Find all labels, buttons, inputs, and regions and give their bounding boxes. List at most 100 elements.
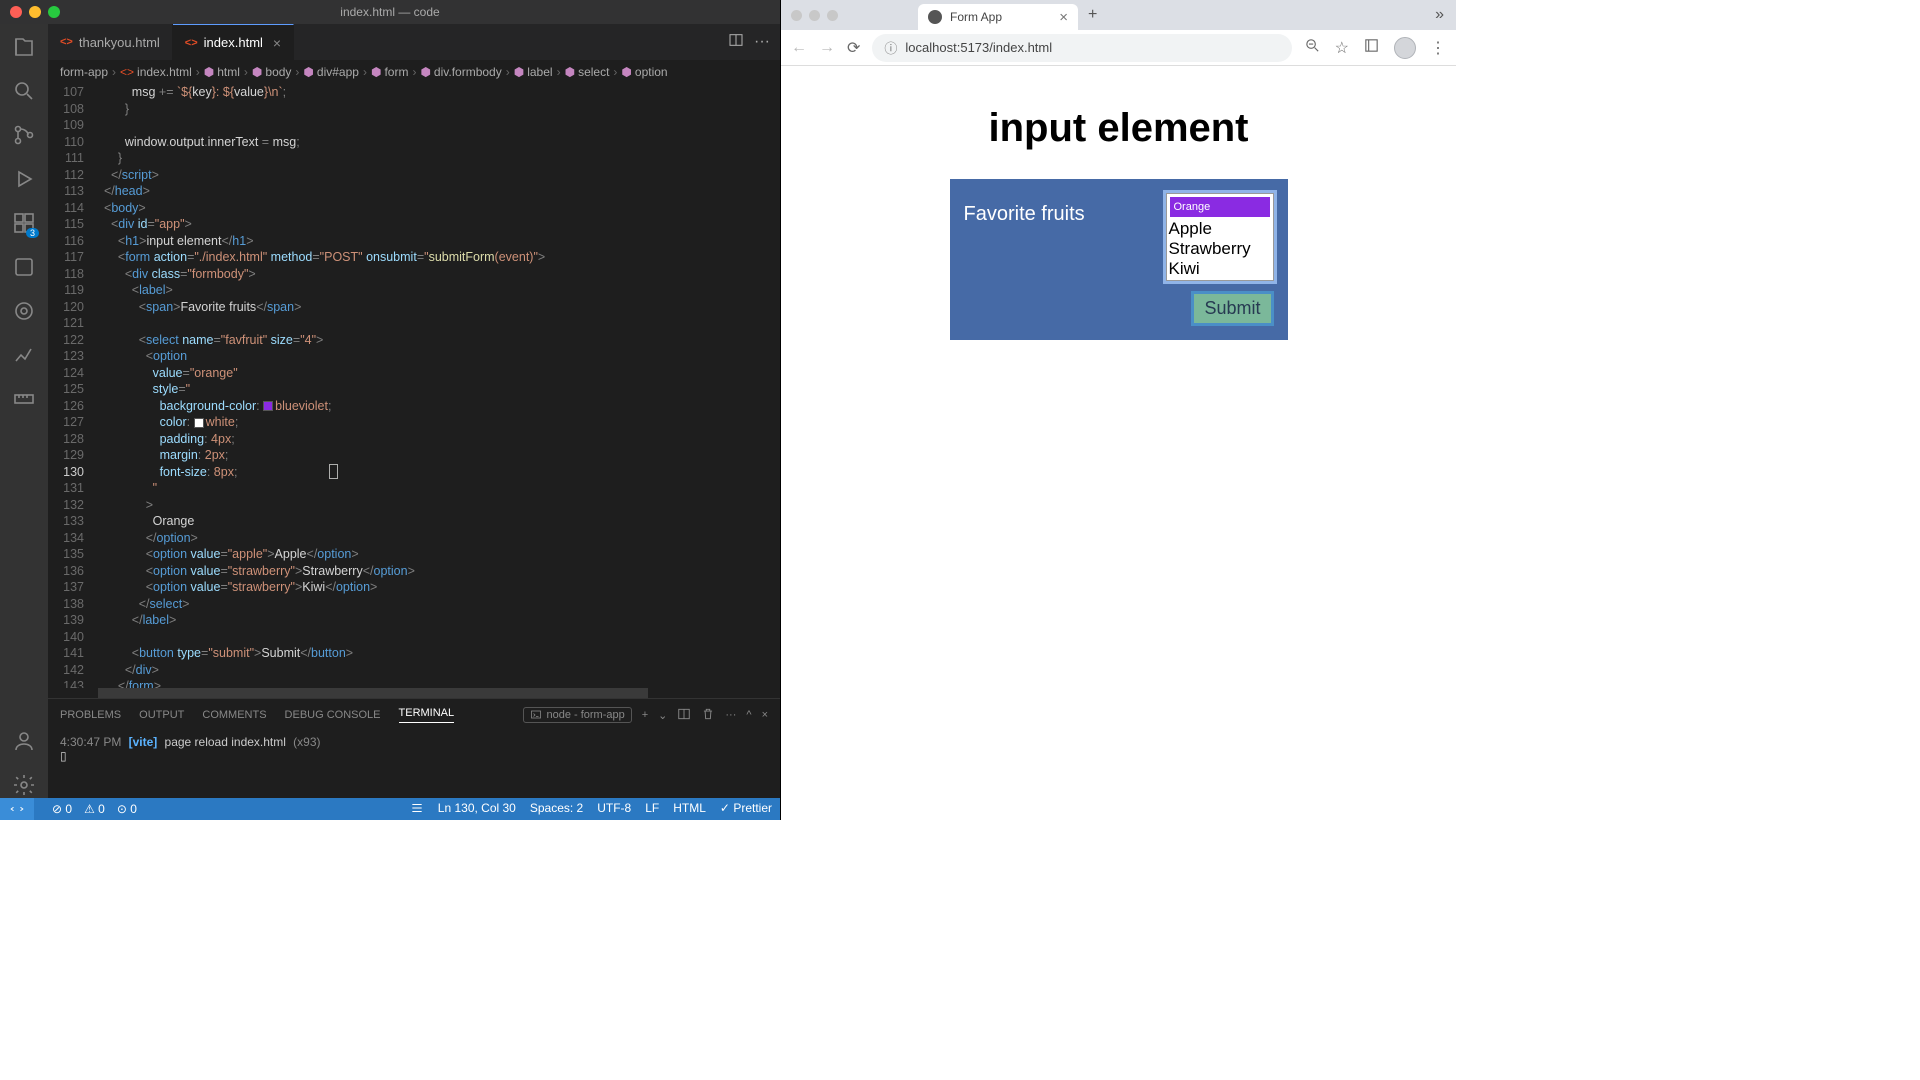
close-panel-icon[interactable]: × (762, 709, 768, 721)
explorer-icon[interactable] (11, 34, 37, 60)
url-bar[interactable]: ⓘ localhost:5173/index.html (872, 34, 1291, 62)
panel-tab-comments[interactable]: COMMENTS (202, 709, 266, 721)
reload-icon[interactable]: ⟳ (847, 38, 860, 58)
bookmark-icon[interactable] (11, 254, 37, 280)
back-icon[interactable]: ← (791, 39, 807, 57)
search-icon[interactable] (11, 78, 37, 104)
panel-tab-output[interactable]: OUTPUT (139, 709, 184, 721)
account-icon[interactable] (11, 728, 37, 754)
crumb[interactable]: ⬢option (621, 65, 667, 79)
status-indent-icon[interactable] (410, 801, 424, 818)
browser-toolbar: ← → ⟳ ⓘ localhost:5173/index.html ☆ ⋮ (781, 30, 1456, 66)
editor-tabs: <> thankyou.html <> index.html × ··· (48, 24, 780, 60)
status-cursor[interactable]: Ln 130, Col 30 (438, 801, 516, 818)
ruler-icon[interactable] (11, 386, 37, 412)
source-control-icon[interactable] (11, 122, 37, 148)
panel-tab-problems[interactable]: PROBLEMS (60, 709, 121, 721)
split-editor-icon[interactable] (728, 32, 744, 53)
window-menu-icon[interactable]: » (1435, 6, 1444, 24)
option-orange[interactable]: Orange (1170, 197, 1270, 217)
activity-bar: 3 (0, 24, 48, 798)
panel-tab-debug[interactable]: DEBUG CONSOLE (285, 709, 381, 721)
browser-window: Form App × + » ← → ⟳ ⓘ localhost:5173/in… (780, 0, 1456, 820)
select-favfruit[interactable]: Orange Apple Strawberry Kiwi (1166, 193, 1274, 281)
submit-button[interactable]: Submit (1191, 291, 1273, 326)
traffic-light-zoom[interactable] (827, 10, 838, 21)
option-apple[interactable]: Apple (1168, 219, 1272, 239)
browser-tab[interactable]: Form App × (918, 4, 1078, 30)
settings-gear-icon[interactable] (11, 772, 37, 798)
close-icon[interactable]: × (273, 35, 281, 51)
option-strawberry[interactable]: Strawberry (1168, 239, 1272, 259)
more-icon[interactable]: ··· (725, 709, 736, 721)
target-icon[interactable] (11, 298, 37, 324)
tab-label: index.html (204, 35, 263, 50)
url-text: localhost:5173/index.html (905, 40, 1052, 55)
traffic-light-close[interactable] (10, 6, 22, 18)
option-kiwi[interactable]: Kiwi (1168, 259, 1272, 279)
bookmark-star-icon[interactable]: ☆ (1335, 38, 1349, 58)
html-file-icon: <> (60, 36, 73, 48)
breadcrumbs[interactable]: form-app› <>index.html› ⬢html› ⬢body› ⬢d… (48, 60, 780, 84)
crumb[interactable]: ⬢form (371, 65, 408, 79)
extensions-badge: 3 (26, 228, 39, 238)
html-file-icon: <> (185, 37, 198, 49)
site-info-icon[interactable]: ⓘ (884, 38, 897, 57)
panel-tab-terminal[interactable]: TERMINAL (399, 707, 455, 723)
window-title: index.html — code (340, 5, 439, 19)
crumb[interactable]: ⬢div.formbody (420, 65, 501, 79)
crumb[interactable]: form-app (60, 65, 108, 79)
crumb[interactable]: ⬢select (565, 65, 610, 79)
traffic-light-minimize[interactable] (29, 6, 41, 18)
status-warnings[interactable]: ⚠ 0 (84, 802, 105, 816)
remote-indicator[interactable] (0, 798, 34, 820)
status-prettier[interactable]: ✓ Prettier (720, 801, 772, 818)
tab-index[interactable]: <> index.html × (173, 24, 294, 60)
vscode-window: index.html — code 3 <> thankyou.html (0, 0, 780, 820)
status-encoding[interactable]: UTF-8 (597, 801, 631, 818)
profile-avatar[interactable] (1394, 37, 1416, 59)
traffic-light-zoom[interactable] (48, 6, 60, 18)
favicon-icon (928, 10, 942, 24)
new-terminal-icon[interactable]: + (642, 709, 648, 721)
horizontal-scrollbar[interactable] (48, 688, 780, 698)
rendered-page: input element Favorite fruits Orange App… (781, 66, 1456, 820)
split-terminal-icon[interactable] (677, 707, 691, 724)
status-port[interactable]: ⊙ 0 (117, 802, 137, 816)
form-label: Favorite fruits (964, 193, 1154, 226)
traffic-light-close[interactable] (791, 10, 802, 21)
page-heading: input element (988, 106, 1248, 151)
status-errors[interactable]: ⊘ 0 (52, 802, 72, 816)
terminal-process-icon[interactable]: node - form-app (523, 707, 631, 723)
crumb[interactable]: ⬢div#app (303, 65, 359, 79)
close-icon[interactable]: × (1059, 9, 1068, 26)
text-cursor (329, 464, 338, 479)
tab-label: thankyou.html (79, 35, 160, 50)
terminal-output[interactable]: 4:30:47 PM [vite] page reload index.html… (48, 731, 780, 798)
code-editor[interactable]: 1071081091101111121131141151161171181191… (48, 84, 780, 688)
forward-icon[interactable]: → (819, 39, 835, 57)
chevron-down-icon[interactable]: ⌄ (658, 709, 667, 722)
traffic-light-minimize[interactable] (809, 10, 820, 21)
browser-tabbar: Form App × + » (781, 0, 1456, 30)
crumb[interactable]: ⬢html (204, 65, 240, 79)
run-debug-icon[interactable] (11, 166, 37, 192)
zoom-icon[interactable] (1304, 37, 1321, 59)
extensions-icon[interactable]: 3 (11, 210, 37, 236)
crumb[interactable]: ⬢label (514, 65, 553, 79)
status-spaces[interactable]: Spaces: 2 (530, 801, 583, 818)
status-bar: ⊘ 0 ⚠ 0 ⊙ 0 Ln 130, Col 30 Spaces: 2 UTF… (0, 798, 780, 820)
trash-icon[interactable] (701, 707, 715, 724)
crumb[interactable]: ⬢body (252, 65, 292, 79)
form-body: Favorite fruits Orange Apple Strawberry … (950, 179, 1288, 340)
browser-menu-icon[interactable]: ⋮ (1430, 38, 1446, 58)
tab-thankyou[interactable]: <> thankyou.html (48, 24, 173, 60)
status-eol[interactable]: LF (645, 801, 659, 818)
new-tab-icon[interactable]: + (1078, 6, 1107, 24)
crumb[interactable]: <>index.html (120, 65, 192, 79)
maximize-panel-icon[interactable]: ^ (746, 709, 751, 721)
more-icon[interactable]: ··· (754, 33, 770, 51)
status-language[interactable]: HTML (673, 801, 706, 818)
graph-icon[interactable] (11, 342, 37, 368)
reading-list-icon[interactable] (1363, 37, 1380, 59)
